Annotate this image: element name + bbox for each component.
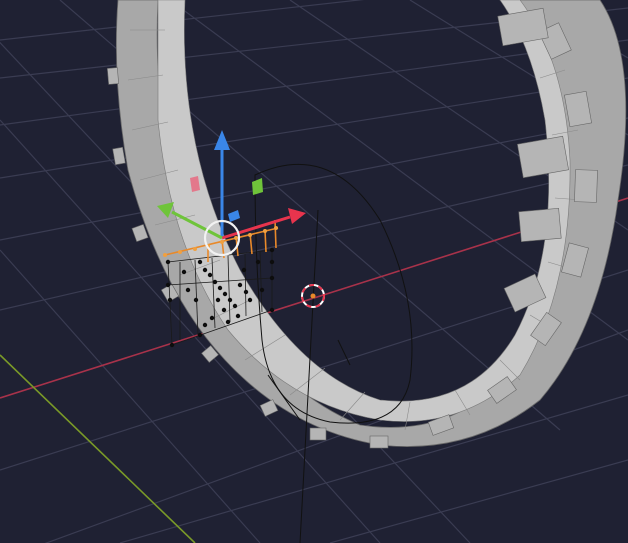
viewport-canvas[interactable] — [0, 0, 628, 543]
viewport-background — [0, 0, 628, 543]
3d-viewport[interactable] — [0, 0, 628, 543]
